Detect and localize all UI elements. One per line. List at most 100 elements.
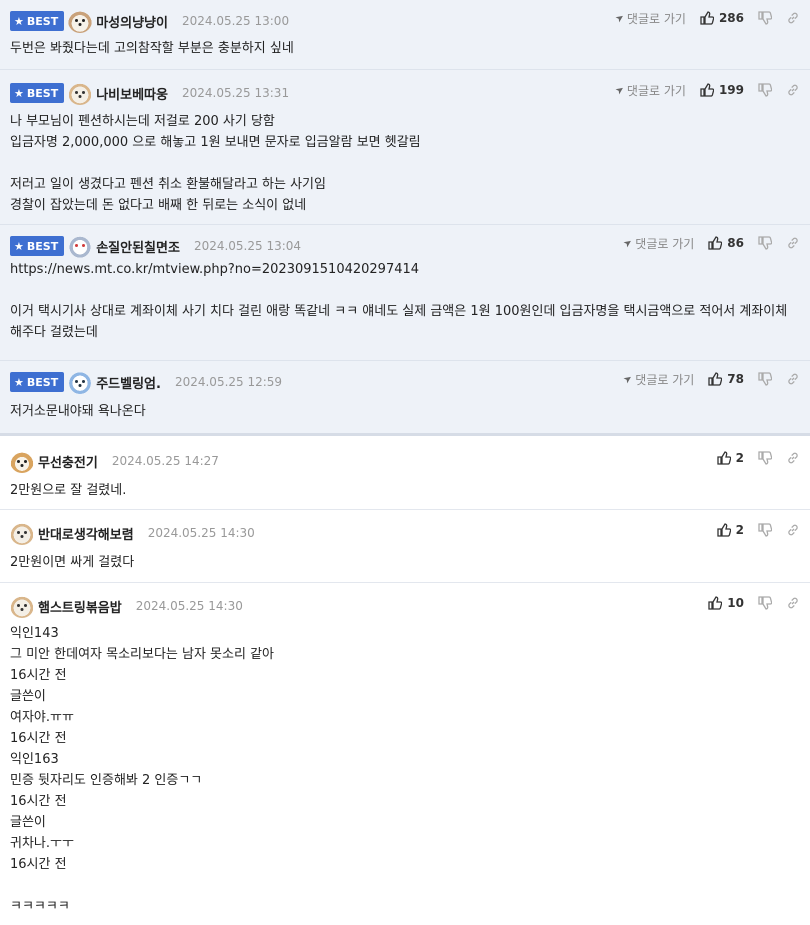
nickname[interactable]: 무선충전기: [38, 452, 98, 471]
send-icon: ➤: [613, 11, 627, 25]
puppy-icon[interactable]: [10, 521, 34, 545]
reply-link[interactable]: ➤ 댓글로 가기: [621, 235, 694, 252]
comment-actions: 2: [716, 522, 800, 538]
puppy-icon[interactable]: [68, 81, 93, 105]
nickname[interactable]: 나비보베따웅: [96, 84, 168, 103]
share-link-button[interactable]: [786, 236, 800, 250]
dislike-button[interactable]: [758, 523, 772, 537]
comment-text: https://news.mt.co.kr/mtview.php?no=2023…: [10, 262, 788, 340]
dislike-button[interactable]: [758, 372, 772, 386]
star-icon: ★: [14, 239, 24, 253]
best-badge: ★ BEST: [10, 372, 65, 392]
comment-text: 익인143 그 미안 한데여자 목소리보다는 남자 못소리 같아 16시간 전 …: [10, 626, 274, 914]
reply-link[interactable]: ➤ 댓글로 가기: [613, 82, 686, 99]
like-button[interactable]: 78: [708, 372, 744, 386]
comment-actions: 2: [716, 450, 800, 466]
share-link-button[interactable]: [786, 11, 800, 25]
share-link-button[interactable]: [786, 372, 800, 386]
comment-header: ★ BEST 주드벨링엄. 2024.05.25 12:59: [10, 369, 282, 395]
reply-link[interactable]: ➤ 댓글로 가기: [621, 371, 694, 388]
best-comment: ★ BEST 손질안된칠면조 2024.05.25 13:04 ➤ 댓글로 가기 8…: [0, 225, 810, 361]
comment-text: 저거소문내야돼 욕나온다: [10, 404, 146, 419]
best-badge: ★ BEST: [10, 236, 65, 256]
comment-date: 2024.05.25 13:31: [181, 86, 290, 100]
thumbs-down-icon: [758, 11, 772, 25]
nickname[interactable]: 주드벨링엄.: [96, 373, 161, 392]
send-icon: ➤: [613, 83, 627, 97]
thumbs-up-icon: [708, 596, 723, 610]
best-badge: ★ BEST: [10, 83, 65, 103]
thumbs-up-icon: [708, 372, 723, 386]
best-comment: ★ BEST 주드벨링엄. 2024.05.25 12:59 ➤ 댓글로 가기 78…: [0, 361, 810, 436]
share-link-button[interactable]: [786, 596, 800, 610]
like-button[interactable]: 10: [708, 596, 744, 610]
thumbs-down-icon: [758, 372, 772, 386]
comment-text: 2만원으로 잘 걸렸네.: [10, 483, 127, 498]
comment-date: 2024.05.25 14:30: [147, 526, 255, 540]
dislike-button[interactable]: [758, 11, 772, 25]
best-badge: ★ BEST: [10, 11, 65, 31]
share-link-button[interactable]: [786, 451, 800, 465]
comment-header: ★ BEST 마성의냥냥이 2024.05.25 13:00: [10, 8, 289, 34]
dog-icon[interactable]: [68, 9, 93, 33]
comment-header: ★ BEST 손질안된칠면조 2024.05.25 13:04: [10, 233, 301, 259]
comment: 햄스트링볶음밥 2024.05.25 14:30 10 익인143 그 미안 한…: [0, 583, 810, 925]
comment: 무선충전기 2024.05.25 14:27 2 2만원으로 잘 걸렸네.: [0, 436, 810, 510]
link-icon: [786, 596, 800, 610]
like-button[interactable]: 199: [700, 83, 744, 97]
dislike-button[interactable]: [758, 83, 772, 97]
puppy-icon[interactable]: [10, 594, 34, 618]
star-icon: ★: [14, 375, 24, 389]
link-icon: [786, 523, 800, 537]
comment-date: 2024.05.25 13:00: [181, 14, 290, 28]
thumbs-up-icon: [700, 83, 714, 97]
star-icon: ★: [14, 14, 24, 28]
nickname[interactable]: 마성의냥냥이: [96, 12, 168, 31]
link-icon: [786, 236, 800, 250]
nickname[interactable]: 햄스트링볶음밥: [38, 597, 122, 616]
thumbs-up-icon: [716, 523, 731, 537]
thumbs-down-icon: [758, 236, 772, 250]
share-link-button[interactable]: [786, 523, 800, 537]
robot-icon[interactable]: [68, 234, 93, 258]
comment-actions: ➤ 댓글로 가기 199: [613, 82, 800, 99]
send-icon: ➤: [621, 372, 635, 386]
dislike-button[interactable]: [758, 596, 772, 610]
thumbs-down-icon: [758, 451, 772, 465]
nickname[interactable]: 반대로생각해보렴: [38, 524, 134, 543]
thumbs-down-icon: [758, 83, 772, 97]
like-button[interactable]: 2: [716, 451, 744, 465]
thumbs-up-icon: [708, 236, 723, 250]
comment-date: 2024.05.25 13:04: [193, 239, 302, 253]
comment-text: 두번은 봐줬다는데 고의참작할 부분은 충분하지 싶네: [10, 41, 294, 56]
comment-actions: 10: [708, 595, 800, 611]
comment-date: 2024.05.25 14:30: [135, 599, 243, 613]
like-button[interactable]: 86: [708, 236, 744, 250]
dislike-button[interactable]: [758, 236, 772, 250]
nickname[interactable]: 손질안된칠면조: [96, 237, 180, 256]
fox-icon[interactable]: [10, 449, 34, 473]
comment-header: 무선충전기 2024.05.25 14:27: [10, 448, 219, 474]
reply-link[interactable]: ➤ 댓글로 가기: [613, 10, 686, 27]
like-button[interactable]: 286: [700, 11, 744, 25]
dislike-button[interactable]: [758, 451, 772, 465]
bear-icon[interactable]: [68, 370, 93, 394]
star-icon: ★: [14, 86, 24, 100]
send-icon: ➤: [621, 236, 635, 250]
comment-header: ★ BEST 나비보베따웅 2024.05.25 13:31: [10, 80, 289, 106]
like-button[interactable]: 2: [716, 523, 744, 537]
comment: 반대로생각해보렴 2024.05.25 14:30 2 2만원이면 싸게 걸렸다: [0, 510, 810, 583]
link-icon: [786, 451, 800, 465]
share-link-button[interactable]: [786, 83, 800, 97]
comment-actions: ➤ 댓글로 가기 78: [621, 371, 800, 388]
best-comment: ★ BEST 나비보베따웅 2024.05.25 13:31 ➤ 댓글로 가기 19…: [0, 70, 810, 225]
thumbs-down-icon: [758, 523, 772, 537]
comment-list: ★ BEST 마성의냥냥이 2024.05.25 13:00 ➤ 댓글로 가기 28…: [0, 0, 810, 925]
comment-date: 2024.05.25 12:59: [174, 375, 283, 389]
thumbs-down-icon: [758, 596, 772, 610]
comment-header: 반대로생각해보렴 2024.05.25 14:30: [10, 520, 255, 546]
thumbs-up-icon: [700, 11, 714, 25]
thumbs-up-icon: [716, 451, 731, 465]
comment-header: 햄스트링볶음밥 2024.05.25 14:30: [10, 593, 243, 619]
comment-text: 2만원이면 싸게 걸렸다: [10, 555, 135, 570]
